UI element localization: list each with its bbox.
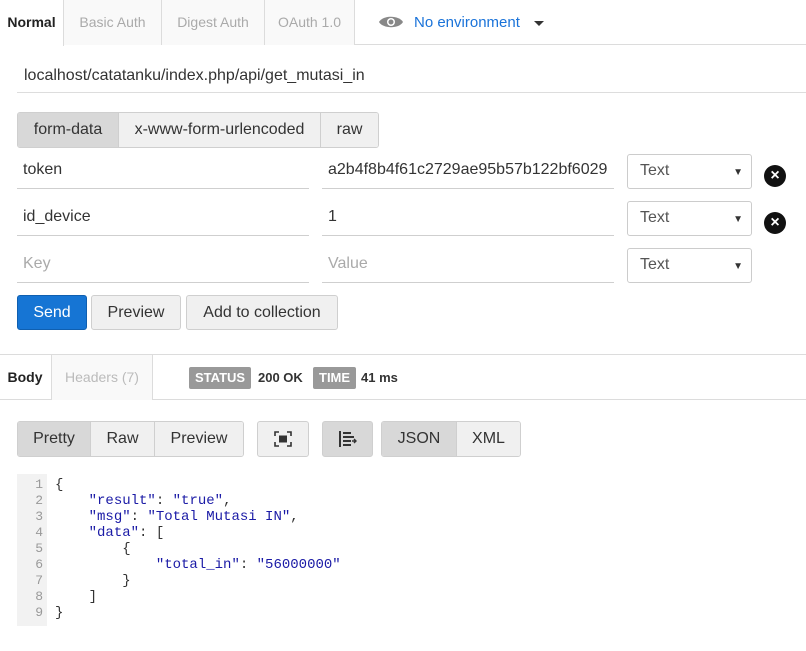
raw-button[interactable]: raw [321, 113, 378, 147]
tab-body[interactable]: Body [0, 355, 50, 400]
view-mode-group: Pretty Raw Preview [17, 421, 244, 457]
preview-view-button[interactable]: Preview [155, 422, 243, 456]
line-number: 1 [35, 477, 43, 492]
tab-digest-auth[interactable]: Digest Auth [162, 0, 265, 45]
wrap-lines-button[interactable] [322, 421, 373, 457]
json-button[interactable]: JSON [382, 422, 457, 456]
param-value-field[interactable]: a2b4f8b4f61c2729ae95b57b122bf6029 [322, 154, 614, 189]
code-line: "msg": "Total Mutasi IN", [88, 509, 299, 525]
line-number: 6 [35, 557, 43, 572]
dropdown-arrow-icon: ▼ [733, 261, 743, 272]
fullscreen-icon [274, 431, 292, 447]
line-number: 2 [35, 493, 43, 508]
form-data-button[interactable]: form-data [18, 113, 119, 147]
raw-view-button[interactable]: Raw [91, 422, 155, 456]
urlencoded-button[interactable]: x-www-form-urlencoded [119, 113, 321, 147]
time-value: 41 ms [361, 370, 398, 385]
tab-normal[interactable]: Normal [0, 0, 64, 46]
tab-oauth[interactable]: OAuth 1.0 [265, 0, 355, 45]
status-badge: STATUS [189, 367, 252, 389]
wrap-lines-icon [338, 431, 357, 447]
response-bar: Body Headers (7) STATUS 200 OK TIME 41 m… [0, 354, 806, 400]
code-line: } [55, 573, 131, 589]
param-type-label: Text [640, 256, 670, 273]
line-number: 8 [35, 589, 43, 604]
line-number: 5 [35, 541, 43, 556]
response-body[interactable]: 123456789 { "result": "true", "msg": "To… [17, 474, 806, 626]
add-to-collection-button[interactable]: Add to collection [186, 295, 338, 330]
new-value-input[interactable]: Value [322, 248, 614, 283]
chevron-down-icon [533, 20, 544, 26]
remove-icon[interactable]: × [764, 165, 786, 187]
tab-basic-auth[interactable]: Basic Auth [64, 0, 162, 45]
line-number: 9 [35, 605, 43, 620]
param-type-select[interactable]: Text ▼ [627, 248, 752, 283]
eye-icon [379, 16, 403, 28]
pretty-button[interactable]: Pretty [18, 422, 91, 456]
remove-icon[interactable]: × [764, 212, 786, 234]
line-number: 3 [35, 509, 43, 524]
xml-button[interactable]: XML [457, 422, 520, 456]
code-line: ] [55, 589, 98, 605]
new-key-input[interactable]: Key [17, 248, 309, 283]
tab-headers[interactable]: Headers (7) [51, 355, 153, 400]
body-type-group: form-data x-www-form-urlencoded raw [17, 112, 379, 148]
format-group: JSON XML [381, 421, 521, 457]
param-type-select[interactable]: Text ▼ [627, 154, 752, 189]
fullscreen-button[interactable] [257, 421, 309, 457]
param-key-field[interactable]: token [17, 154, 309, 189]
line-number: 7 [35, 573, 43, 588]
send-button[interactable]: Send [17, 295, 87, 330]
param-key-field[interactable]: id_device [17, 201, 309, 236]
environment-label: No environment [414, 13, 520, 31]
param-value-field[interactable]: 1 [322, 201, 614, 236]
code-line: "data": [ [88, 525, 165, 541]
environment-selector[interactable]: No environment [378, 11, 544, 33]
param-type-select[interactable]: Text ▼ [627, 201, 752, 236]
code-line: { [55, 541, 131, 557]
line-number: 4 [35, 525, 43, 540]
line-gutter: 123456789 [17, 474, 47, 626]
dropdown-arrow-icon: ▼ [733, 214, 743, 225]
code-line: "result": "true", [88, 493, 232, 509]
preview-button[interactable]: Preview [91, 295, 181, 330]
param-type-label: Text [640, 162, 670, 179]
code-line: "total_in": "56000000" [155, 557, 341, 573]
dropdown-arrow-icon: ▼ [733, 167, 743, 178]
code-line: } [55, 605, 64, 621]
param-type-label: Text [640, 209, 670, 226]
status-value: 200 OK [258, 370, 303, 385]
time-badge: TIME [313, 367, 357, 389]
url-input[interactable]: localhost/catatanku/index.php/api/get_mu… [17, 60, 806, 93]
code-line: { [55, 477, 64, 493]
